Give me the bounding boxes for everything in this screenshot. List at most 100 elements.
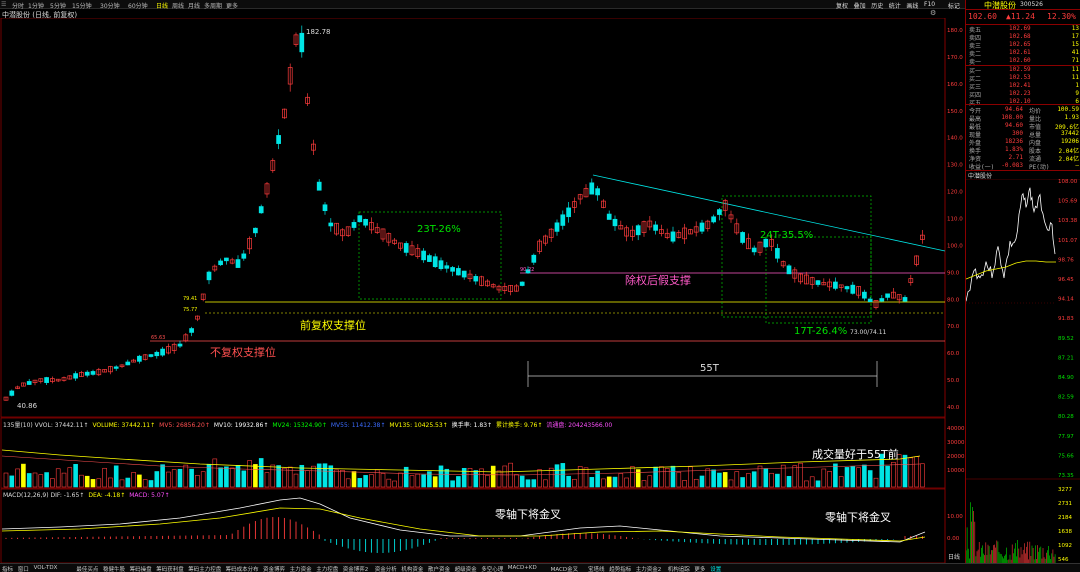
ask-row[interactable]: 卖二 102.61 41 (969, 49, 1079, 58)
candle-body (473, 276, 479, 282)
tool-button-6[interactable]: 标记 (948, 1, 960, 10)
ask-row[interactable]: 卖三 102.65 15 (969, 41, 1079, 50)
bid-row[interactable]: 买三 102.41 1 (969, 82, 1079, 91)
volume-bar (26, 473, 32, 488)
volume-bar (496, 470, 502, 488)
menu-icon[interactable]: ☰ (1, 1, 6, 8)
annotation-span: 55T (700, 363, 720, 374)
right-tab-daily[interactable]: 日线 (948, 552, 960, 561)
indicator-tab-4[interactable]: 稳健牛股 (103, 565, 125, 572)
indicator-tab-3[interactable]: 最佳买点 (76, 565, 98, 572)
mini-intraday-chart[interactable]: 108.00 105.69 103.38 101.07 98.76 96.45 94.14 9… (966, 179, 1080, 564)
mini-axis-tick: 101.07 (1058, 238, 1078, 244)
volume-bar (369, 474, 374, 488)
bid-row[interactable]: 买一 102.59 11 (969, 66, 1079, 75)
volume-bar (166, 471, 171, 488)
candle-body (84, 371, 90, 376)
indicator-tab-11[interactable]: 主力控盘 (316, 565, 338, 572)
volume-bar (195, 475, 200, 488)
candle-body (322, 204, 328, 212)
price-line: 102.60 ▲11.24 12.30% (968, 12, 1080, 22)
indicator-tab-2[interactable]: VOL-TDX (34, 565, 58, 571)
volume-bar (253, 464, 258, 488)
volume-bar (804, 480, 809, 488)
annotation-macd-2: 零轴下将金叉 (825, 510, 891, 524)
volume-bar (699, 475, 705, 488)
label-low2: 73.00/74.11 (850, 329, 887, 336)
volume-bar (276, 465, 281, 488)
price-axis-tick: 60.0 (947, 351, 960, 357)
indicator-tab-10[interactable]: 主力资金 (290, 565, 312, 572)
candle-body (461, 270, 467, 278)
volume-bar (282, 467, 287, 488)
volume-bar (293, 473, 299, 488)
indicator-tab-1[interactable]: 窗口 (18, 565, 29, 572)
bid-row[interactable]: 买四 102.23 9 (969, 90, 1079, 99)
volume-bar (647, 475, 653, 488)
indicator-tab-17[interactable]: 多空心理 (481, 565, 503, 572)
indicator-tab-14[interactable]: 机构资金 (401, 565, 423, 572)
volume-bar (270, 464, 276, 488)
volume-bar (606, 476, 612, 488)
volume-bar (775, 473, 780, 488)
indicator-tab-22[interactable]: 主力资金2 (636, 565, 662, 572)
indicator-tab-settings[interactable]: 设置 (710, 565, 721, 572)
mini-volume-axis-tick: 1638 (1058, 529, 1072, 535)
indicator-tab-5[interactable]: 筹码操盘 (130, 565, 152, 572)
bid-row[interactable]: 买二 102.53 11 (969, 74, 1079, 83)
chart-settings-icon[interactable]: ⚙ (930, 9, 936, 17)
indicator-tab-9[interactable]: 资金博弈 (263, 565, 285, 572)
indicator-tab-8[interactable]: 筹码成本分布 (226, 565, 259, 572)
orderbook-vol: 11 (1071, 74, 1079, 81)
stats-row: 今开 94.64 均价 100.59 (969, 106, 1079, 115)
volume-bar (90, 479, 96, 488)
volume-bar (554, 464, 560, 488)
ask-row[interactable]: 卖五 102.69 13 (969, 25, 1079, 34)
volume-bar (212, 458, 218, 488)
stats-row: 最低 94.60 市值 209.6亿 (969, 122, 1079, 131)
mini-chart-title: 中潜股份 (966, 170, 1080, 180)
volume-bar (9, 475, 15, 488)
indicator-tab-16[interactable]: 超级资金 (455, 565, 477, 572)
orderbook-vol: 9 (1075, 90, 1079, 97)
indicator-tab-7[interactable]: 筹码主力控盘 (188, 565, 221, 572)
indicator-tab-21[interactable]: 趋势指标 (609, 565, 631, 572)
indicator-tab-12[interactable]: 资金博弈2 (343, 565, 369, 572)
volume-bar (15, 468, 20, 488)
indicator-tab-20[interactable]: 宝塔线 (588, 565, 605, 572)
volume-bar (670, 465, 676, 488)
volume-bar (3, 472, 9, 488)
label-low: 40.86 (17, 402, 38, 410)
stats-row: 现量 300 总量 37442 (969, 130, 1079, 139)
indicator-tab-24[interactable]: 更多 (694, 565, 705, 572)
volume-bar (363, 475, 368, 488)
mini-volume-axis: 32772731218416381092546 (1058, 487, 1072, 563)
volume-bar (653, 466, 658, 488)
box-24t (721, 195, 872, 318)
stats-row: 换手 1.83% 股本 2.04亿 (969, 146, 1079, 155)
indicator-tab-6[interactable]: 筹码获利盘 (156, 565, 184, 572)
macd-dif-line (1, 497, 926, 543)
volume-bar (798, 462, 803, 488)
indicator-tab-23[interactable]: 机构追踪 (668, 565, 690, 572)
ask-row[interactable]: 卖一 102.60 71 (969, 57, 1079, 66)
candle-body (560, 214, 566, 226)
indicator-tab-18[interactable]: MACD+KD (508, 565, 537, 571)
stats-row: 外盘 18236 内盘 19206 (969, 138, 1079, 147)
volume-bar (519, 475, 525, 488)
volume-bar (456, 476, 461, 488)
candle-body (258, 206, 264, 214)
indicator-tab-0[interactable]: 指标 (2, 565, 13, 572)
volume-bar (566, 475, 571, 488)
indicator-tab-15[interactable]: 散户资金 (428, 565, 450, 572)
candle-body (519, 281, 525, 286)
indicator-tab-13[interactable]: 资金分析 (375, 565, 397, 572)
volume-bar (601, 478, 606, 488)
candle-body (635, 225, 641, 236)
ask-row[interactable]: 卖四 102.68 17 (969, 33, 1079, 42)
box-17t (765, 236, 872, 324)
indicator-tab-19[interactable]: MACD金叉 (551, 565, 579, 572)
tool-button-5[interactable]: F10 (924, 1, 935, 8)
mini-volume-bars (966, 502, 1056, 563)
main-chart[interactable]: 180.0 170.0 160.0 150.0 140.0 130.0 120.0 110.0… (0, 18, 965, 563)
